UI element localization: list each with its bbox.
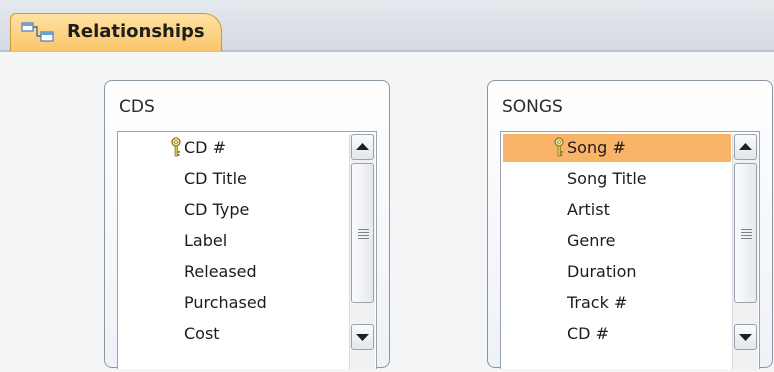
arrow-up-icon	[356, 143, 369, 150]
scroll-down-button[interactable]	[351, 324, 374, 350]
scroll-thumb[interactable]	[351, 163, 374, 303]
table-window-songs[interactable]: SONGS Song # Song Title Artist Genre Dur…	[487, 80, 773, 370]
field-row[interactable]: Purchased	[120, 289, 348, 317]
field-row[interactable]: Genre	[503, 227, 731, 255]
field-row-selected[interactable]: Song #	[503, 134, 731, 162]
scroll-up-button[interactable]	[351, 134, 374, 160]
field-name: CD Type	[184, 200, 250, 219]
tab-label: Relationships	[67, 21, 205, 42]
field-row[interactable]: CD #	[120, 134, 348, 162]
field-name: CD #	[567, 324, 609, 343]
primary-key-icon	[171, 137, 181, 157]
scroll-up-button[interactable]	[734, 134, 757, 160]
field-row[interactable]: Label	[120, 227, 348, 255]
field-row[interactable]: Song Title	[503, 165, 731, 193]
grip-line	[358, 229, 369, 230]
field-name: Song Title	[567, 169, 647, 188]
field-row[interactable]: Track #	[503, 289, 731, 317]
vertical-scrollbar[interactable]	[349, 134, 375, 370]
field-row[interactable]: Artist	[503, 196, 731, 224]
field-name: Song #	[567, 138, 626, 157]
grip-line	[741, 238, 752, 239]
field-name: Track #	[567, 293, 628, 312]
scroll-thumb[interactable]	[734, 163, 757, 303]
field-row[interactable]: Duration	[503, 258, 731, 286]
scroll-down-button[interactable]	[734, 324, 757, 350]
arrow-down-icon	[356, 334, 369, 341]
field-name: CD #	[184, 138, 226, 157]
relationships-icon	[21, 22, 54, 42]
field-row[interactable]: CD #	[503, 320, 731, 348]
field-name: Purchased	[184, 293, 267, 312]
arrow-up-icon	[739, 143, 752, 150]
field-name: Label	[184, 231, 228, 250]
grip-line	[741, 229, 752, 230]
field-name: CD Title	[184, 169, 247, 188]
field-row[interactable]: Cost	[120, 320, 348, 348]
grip-line	[358, 235, 369, 236]
table-title: CDS	[119, 97, 155, 117]
grip-line	[741, 232, 752, 233]
field-row[interactable]: CD Type	[120, 196, 348, 224]
field-list[interactable]: CD # CD Title CD Type Label Released Pur…	[117, 131, 377, 370]
vertical-scrollbar[interactable]	[732, 134, 758, 370]
field-name: Genre	[567, 231, 616, 250]
table-title: SONGS	[502, 97, 563, 117]
field-row[interactable]: CD Title	[120, 165, 348, 193]
field-row[interactable]: Released	[120, 258, 348, 286]
field-list[interactable]: Song # Song Title Artist Genre Duration …	[500, 131, 760, 370]
table-window-cds[interactable]: CDS CD # CD Title CD Type Label Released…	[104, 80, 390, 370]
field-name: Cost	[184, 324, 220, 343]
primary-key-icon	[554, 137, 564, 157]
tab-relationships[interactable]: Relationships	[10, 13, 222, 51]
grip-line	[358, 238, 369, 239]
field-name: Released	[184, 262, 257, 281]
arrow-down-icon	[739, 334, 752, 341]
grip-line	[358, 232, 369, 233]
grip-line	[741, 235, 752, 236]
field-name: Artist	[567, 200, 610, 219]
field-name: Duration	[567, 262, 637, 281]
